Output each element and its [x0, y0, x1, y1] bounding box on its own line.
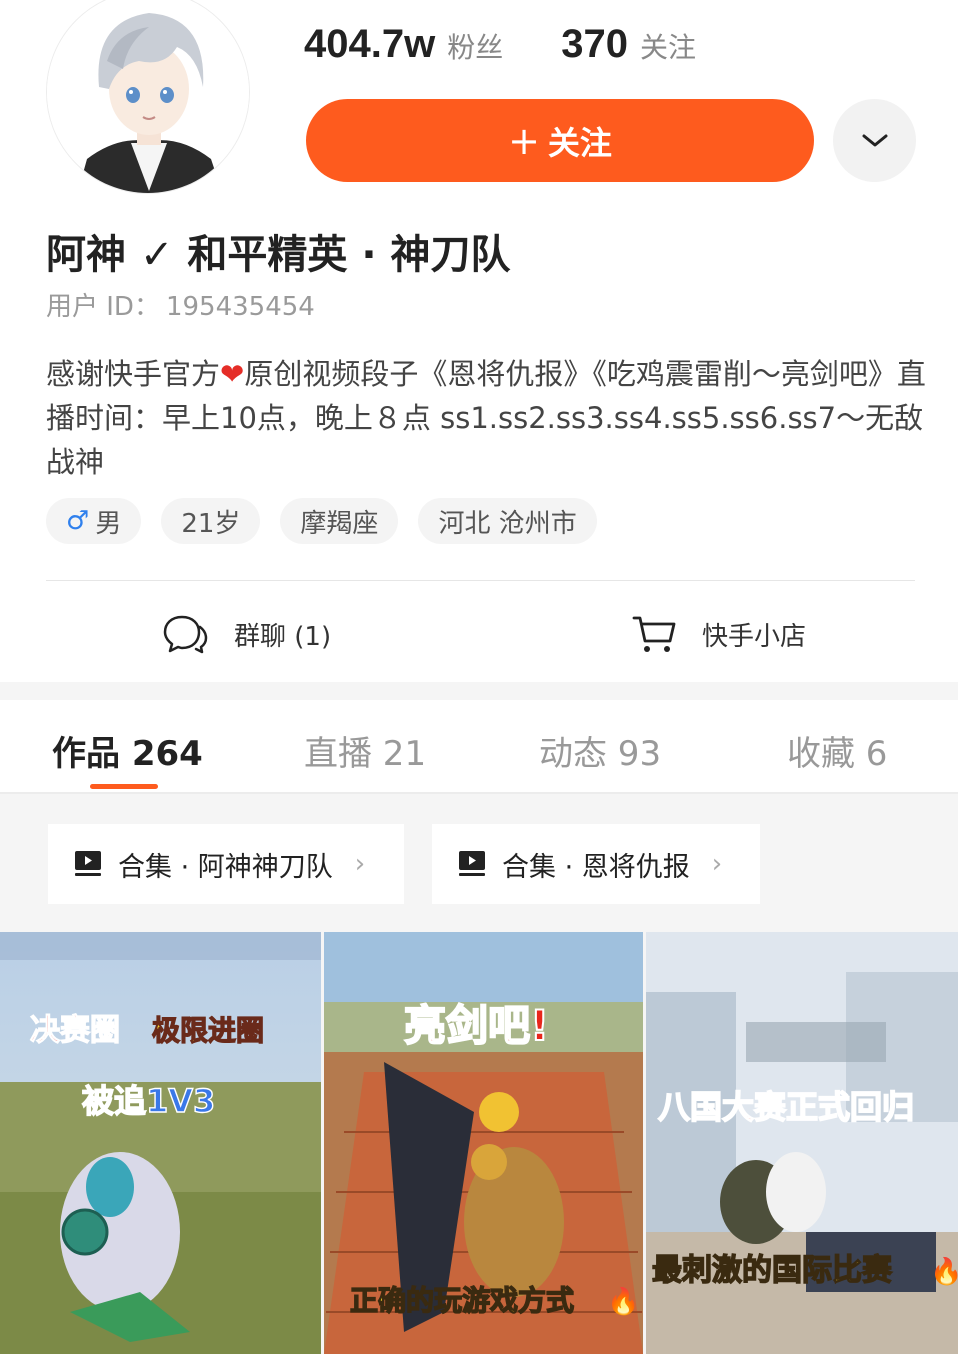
- gender-tag: ♂ 男: [46, 498, 142, 544]
- plus-icon: +: [508, 118, 540, 163]
- follow-button-label: 关注: [547, 123, 612, 162]
- user-id-value[interactable]: 195435454: [166, 292, 315, 322]
- collection-card-2[interactable]: 合集 · 恩将仇报 ›: [432, 824, 760, 904]
- group-chat-entry[interactable]: 群聊 (1): [162, 606, 331, 662]
- user-avatar[interactable]: [46, 0, 250, 194]
- collection-play-icon: [458, 850, 486, 878]
- fire-icon: 🔥: [930, 1256, 958, 1287]
- profile-header: 404.7w 粉丝 370 关注 + 关注 阿神 ✓ 和平精英 · 神刀队 用户…: [0, 0, 958, 682]
- tab-live[interactable]: 直播 21: [304, 726, 426, 775]
- user-id-label: 用户 ID：: [46, 292, 160, 322]
- video-thumbnail-3[interactable]: 八国大赛正式回归 最刺激的国际比赛 🔥: [646, 932, 958, 1354]
- chevron-right-icon: ›: [711, 849, 723, 879]
- thumb-caption-top: 亮剑吧!: [404, 1001, 549, 1050]
- thumb-caption-bottom: 最刺激的国际比赛: [652, 1253, 893, 1288]
- video-thumbnail-2[interactable]: 亮剑吧! 正确的玩游戏方式 🔥: [324, 932, 643, 1354]
- thumb-caption-b: 极限进圈: [152, 1014, 264, 1047]
- collection-play-icon: [74, 850, 102, 878]
- chevron-down-icon: [862, 134, 887, 146]
- profile-bio: 感谢快手官方❤原创视频段子《恩将仇报》《吃鸡震雷削～亮剑吧》直播时间：早上10点…: [46, 352, 926, 484]
- user-id-line: 用户 ID： 195435454: [46, 286, 315, 323]
- following-label: 关注: [639, 31, 696, 64]
- user-name: 阿神: [46, 232, 126, 278]
- thumb-caption-c: 被追1V3: [82, 1082, 215, 1120]
- shop-label: 快手小店: [702, 621, 807, 652]
- shop-entry[interactable]: 快手小店: [632, 606, 806, 662]
- section-divider: [46, 580, 915, 581]
- heart-icon: ❤: [220, 357, 245, 391]
- profile-name: 阿神 ✓ 和平精英 · 神刀队: [46, 222, 510, 280]
- bio-text-start: 感谢快手官方: [46, 357, 221, 391]
- location-tag: 河北 沧州市: [418, 498, 597, 544]
- content-tabs: 作品 264 直播 21 动态 93 收藏 6: [0, 700, 958, 794]
- tab-favorites[interactable]: 收藏 6: [787, 726, 887, 775]
- collection-label: 合集 · 恩将仇报: [502, 851, 690, 883]
- follow-button[interactable]: + 关注: [306, 99, 814, 182]
- chat-bubble-icon: [162, 613, 208, 655]
- thumb-caption-bottom: 正确的玩游戏方式: [350, 1284, 574, 1317]
- profile-stats: 404.7w 粉丝 370 关注: [304, 22, 696, 72]
- video-thumbnail-1[interactable]: 决赛圈 极限进圈 被追1V3: [0, 932, 321, 1354]
- age-tag: 21岁: [161, 498, 261, 544]
- chevron-right-icon: ›: [354, 849, 366, 879]
- tab-works[interactable]: 作品 264: [52, 726, 203, 775]
- shopping-cart-icon: [632, 613, 676, 655]
- male-icon: ♂: [66, 506, 90, 536]
- gender-label: 男: [95, 508, 122, 539]
- following-count[interactable]: 370: [561, 22, 628, 67]
- team-name: 和平精英 · 神刀队: [187, 232, 511, 278]
- fire-icon: 🔥: [607, 1286, 639, 1317]
- active-tab-indicator: [90, 784, 158, 789]
- fans-count[interactable]: 404.7w: [304, 22, 435, 67]
- profile-tags: ♂ 男 21岁 摩羯座 河北 沧州市: [46, 498, 617, 544]
- zodiac-tag: 摩羯座: [280, 498, 399, 544]
- fans-label: 粉丝: [447, 31, 504, 64]
- collections-row: 合集 · 阿神神刀队 › 合集 · 恩将仇报 ›: [0, 794, 958, 932]
- thumb-caption-top: 八国大赛正式回归: [658, 1088, 914, 1126]
- group-chat-label: 群聊 (1): [234, 621, 332, 652]
- verified-check-icon: ✓: [139, 232, 174, 278]
- collection-card-1[interactable]: 合集 · 阿神神刀队 ›: [48, 824, 404, 904]
- tab-moments[interactable]: 动态 93: [539, 726, 661, 775]
- video-grid: 决赛圈 极限进圈 被追1V3 亮剑吧! 正确的玩游戏方式 🔥 八国大赛正式回归 …: [0, 932, 958, 1354]
- collection-label: 合集 · 阿神神刀队: [118, 851, 333, 883]
- more-options-button[interactable]: [833, 99, 916, 182]
- thumb-caption-a: 决赛圈: [30, 1013, 120, 1048]
